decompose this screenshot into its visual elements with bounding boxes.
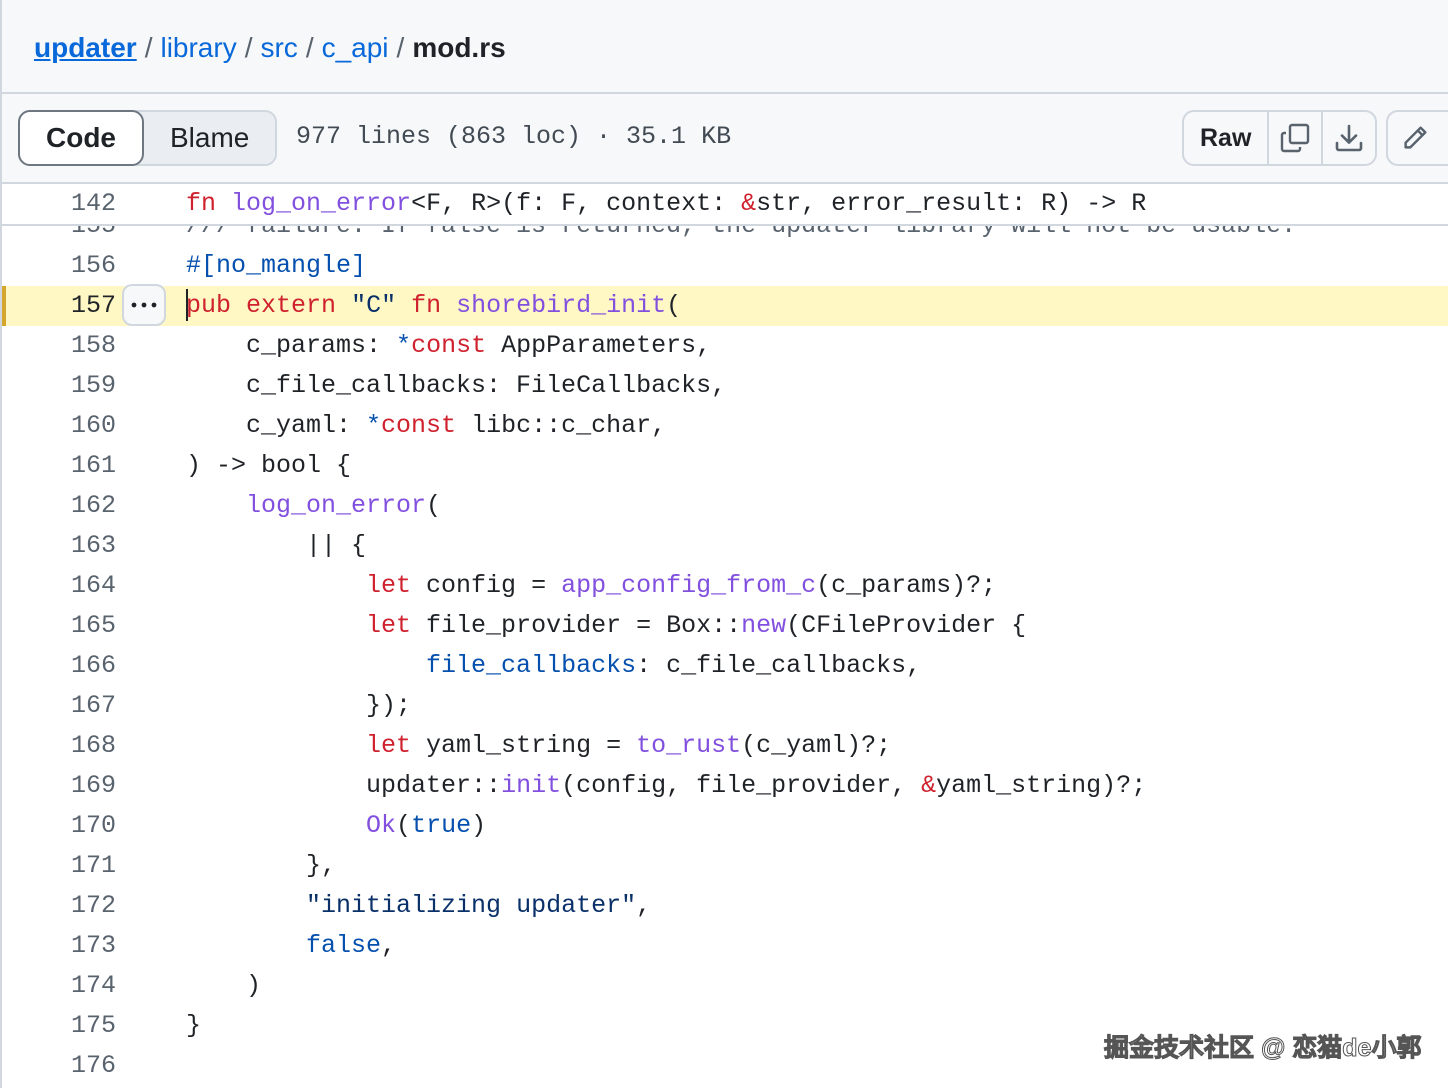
copy-raw-button[interactable] xyxy=(1269,112,1324,164)
download-button[interactable] xyxy=(1323,112,1375,164)
code-line: 172 "initializing updater", xyxy=(2,886,1448,926)
line-number[interactable]: 169 xyxy=(2,766,116,806)
code-line: 169 updater::init(config, file_provider,… xyxy=(2,766,1448,806)
line-number[interactable]: 171 xyxy=(2,846,116,886)
breadcrumb: updater / library / src / c_api / mod.rs xyxy=(34,30,506,66)
kebab-icon xyxy=(131,302,157,308)
file-info: 977 lines (863 loc) · 35.1 KB xyxy=(296,122,732,151)
line-options-button[interactable] xyxy=(122,284,166,326)
code-line: 168 let yaml_string = to_rust(c_yaml)?; xyxy=(2,726,1448,766)
view-mode-toggle: Code Blame xyxy=(18,110,278,166)
code-viewer: 142 fn log_on_error<F, R>(f: F, context:… xyxy=(2,184,1448,1088)
line-number[interactable]: 160 xyxy=(2,406,116,446)
line-number[interactable]: 163 xyxy=(2,526,116,566)
breadcrumb-separator: / xyxy=(305,32,314,63)
breadcrumb-c-api-link[interactable]: c_api xyxy=(322,32,389,63)
line-number[interactable]: 164 xyxy=(2,566,116,606)
watermark: 掘金技术社区 @ 恋猫de小郭 xyxy=(1103,1034,1422,1063)
code-line: 167 }); xyxy=(2,686,1448,726)
line-number[interactable]: 142 xyxy=(2,184,116,224)
line-number[interactable]: 174 xyxy=(2,966,116,1006)
edit-button[interactable] xyxy=(1386,110,1448,166)
line-number[interactable]: 170 xyxy=(2,806,116,846)
code-line: 158 c_params: *const AppParameters, xyxy=(2,326,1448,366)
breadcrumb-bar: updater / library / src / c_api / mod.rs xyxy=(2,0,1448,94)
code-view-button[interactable]: Code xyxy=(18,110,144,166)
line-number[interactable]: 168 xyxy=(2,726,116,766)
line-number[interactable]: 166 xyxy=(2,646,116,686)
code-line: 161 ) -> bool { xyxy=(2,446,1448,486)
code-line: 174 ) xyxy=(2,966,1448,1006)
code-lines: 156 #[no_mangle] 157 pub extern "C" fn s… xyxy=(2,246,1448,1086)
breadcrumb-separator: / xyxy=(144,32,153,63)
code-line: 173 false, xyxy=(2,926,1448,966)
line-number[interactable]: 172 xyxy=(2,886,116,926)
code-line-highlighted: 157 pub extern "C" fn shorebird_init( xyxy=(2,284,1448,326)
code-line: 162 log_on_error( xyxy=(2,486,1448,526)
breadcrumb-separator: / xyxy=(244,32,253,63)
code-line: 171 }, xyxy=(2,846,1448,886)
file-actions: Raw xyxy=(1182,110,1378,166)
line-number[interactable]: 176 xyxy=(2,1046,116,1086)
breadcrumb-current-file: mod.rs xyxy=(412,32,506,63)
line-number[interactable]: 167 xyxy=(2,686,116,726)
breadcrumb-src-link[interactable]: src xyxy=(260,32,297,63)
line-number[interactable]: 159 xyxy=(2,366,116,406)
copy-icon xyxy=(1281,123,1310,153)
pencil-icon xyxy=(1404,126,1427,149)
breadcrumb-repo-link[interactable]: updater xyxy=(34,32,137,63)
sticky-code-line: fn log_on_error<F, R>(f: F, context: &st… xyxy=(186,189,1147,218)
breadcrumb-separator: / xyxy=(396,32,405,63)
line-number[interactable]: 162 xyxy=(2,486,116,526)
line-number[interactable]: 157 xyxy=(2,286,116,326)
line-number[interactable]: 165 xyxy=(2,606,116,646)
code-line: 166 file_callbacks: c_file_callbacks, xyxy=(2,646,1448,686)
sticky-scope-header[interactable]: 142 fn log_on_error<F, R>(f: F, context:… xyxy=(2,184,1448,226)
code-line: 165 let file_provider = Box::new(CFilePr… xyxy=(2,606,1448,646)
download-icon xyxy=(1336,124,1363,152)
breadcrumb-library-link[interactable]: library xyxy=(160,32,236,63)
line-number[interactable]: 173 xyxy=(2,926,116,966)
raw-button[interactable]: Raw xyxy=(1184,112,1270,164)
line-number[interactable]: 175 xyxy=(2,1006,116,1046)
line-number[interactable]: 156 xyxy=(2,246,116,286)
code-line: 159 c_file_callbacks: FileCallbacks, xyxy=(2,366,1448,406)
code-line: 156 #[no_mangle] xyxy=(2,246,1448,286)
code-line: 163 || { xyxy=(2,526,1448,566)
file-toolbar: Code Blame 977 lines (863 loc) · 35.1 KB… xyxy=(2,94,1448,184)
code-line: 170 Ok(true) xyxy=(2,806,1448,846)
line-number[interactable]: 158 xyxy=(2,326,116,366)
line-number[interactable]: 161 xyxy=(2,446,116,486)
blame-view-button[interactable]: Blame xyxy=(144,112,275,164)
code-line: 160 c_yaml: *const libc::c_char, xyxy=(2,406,1448,446)
code-line: 164 let config = app_config_from_c(c_par… xyxy=(2,566,1448,606)
